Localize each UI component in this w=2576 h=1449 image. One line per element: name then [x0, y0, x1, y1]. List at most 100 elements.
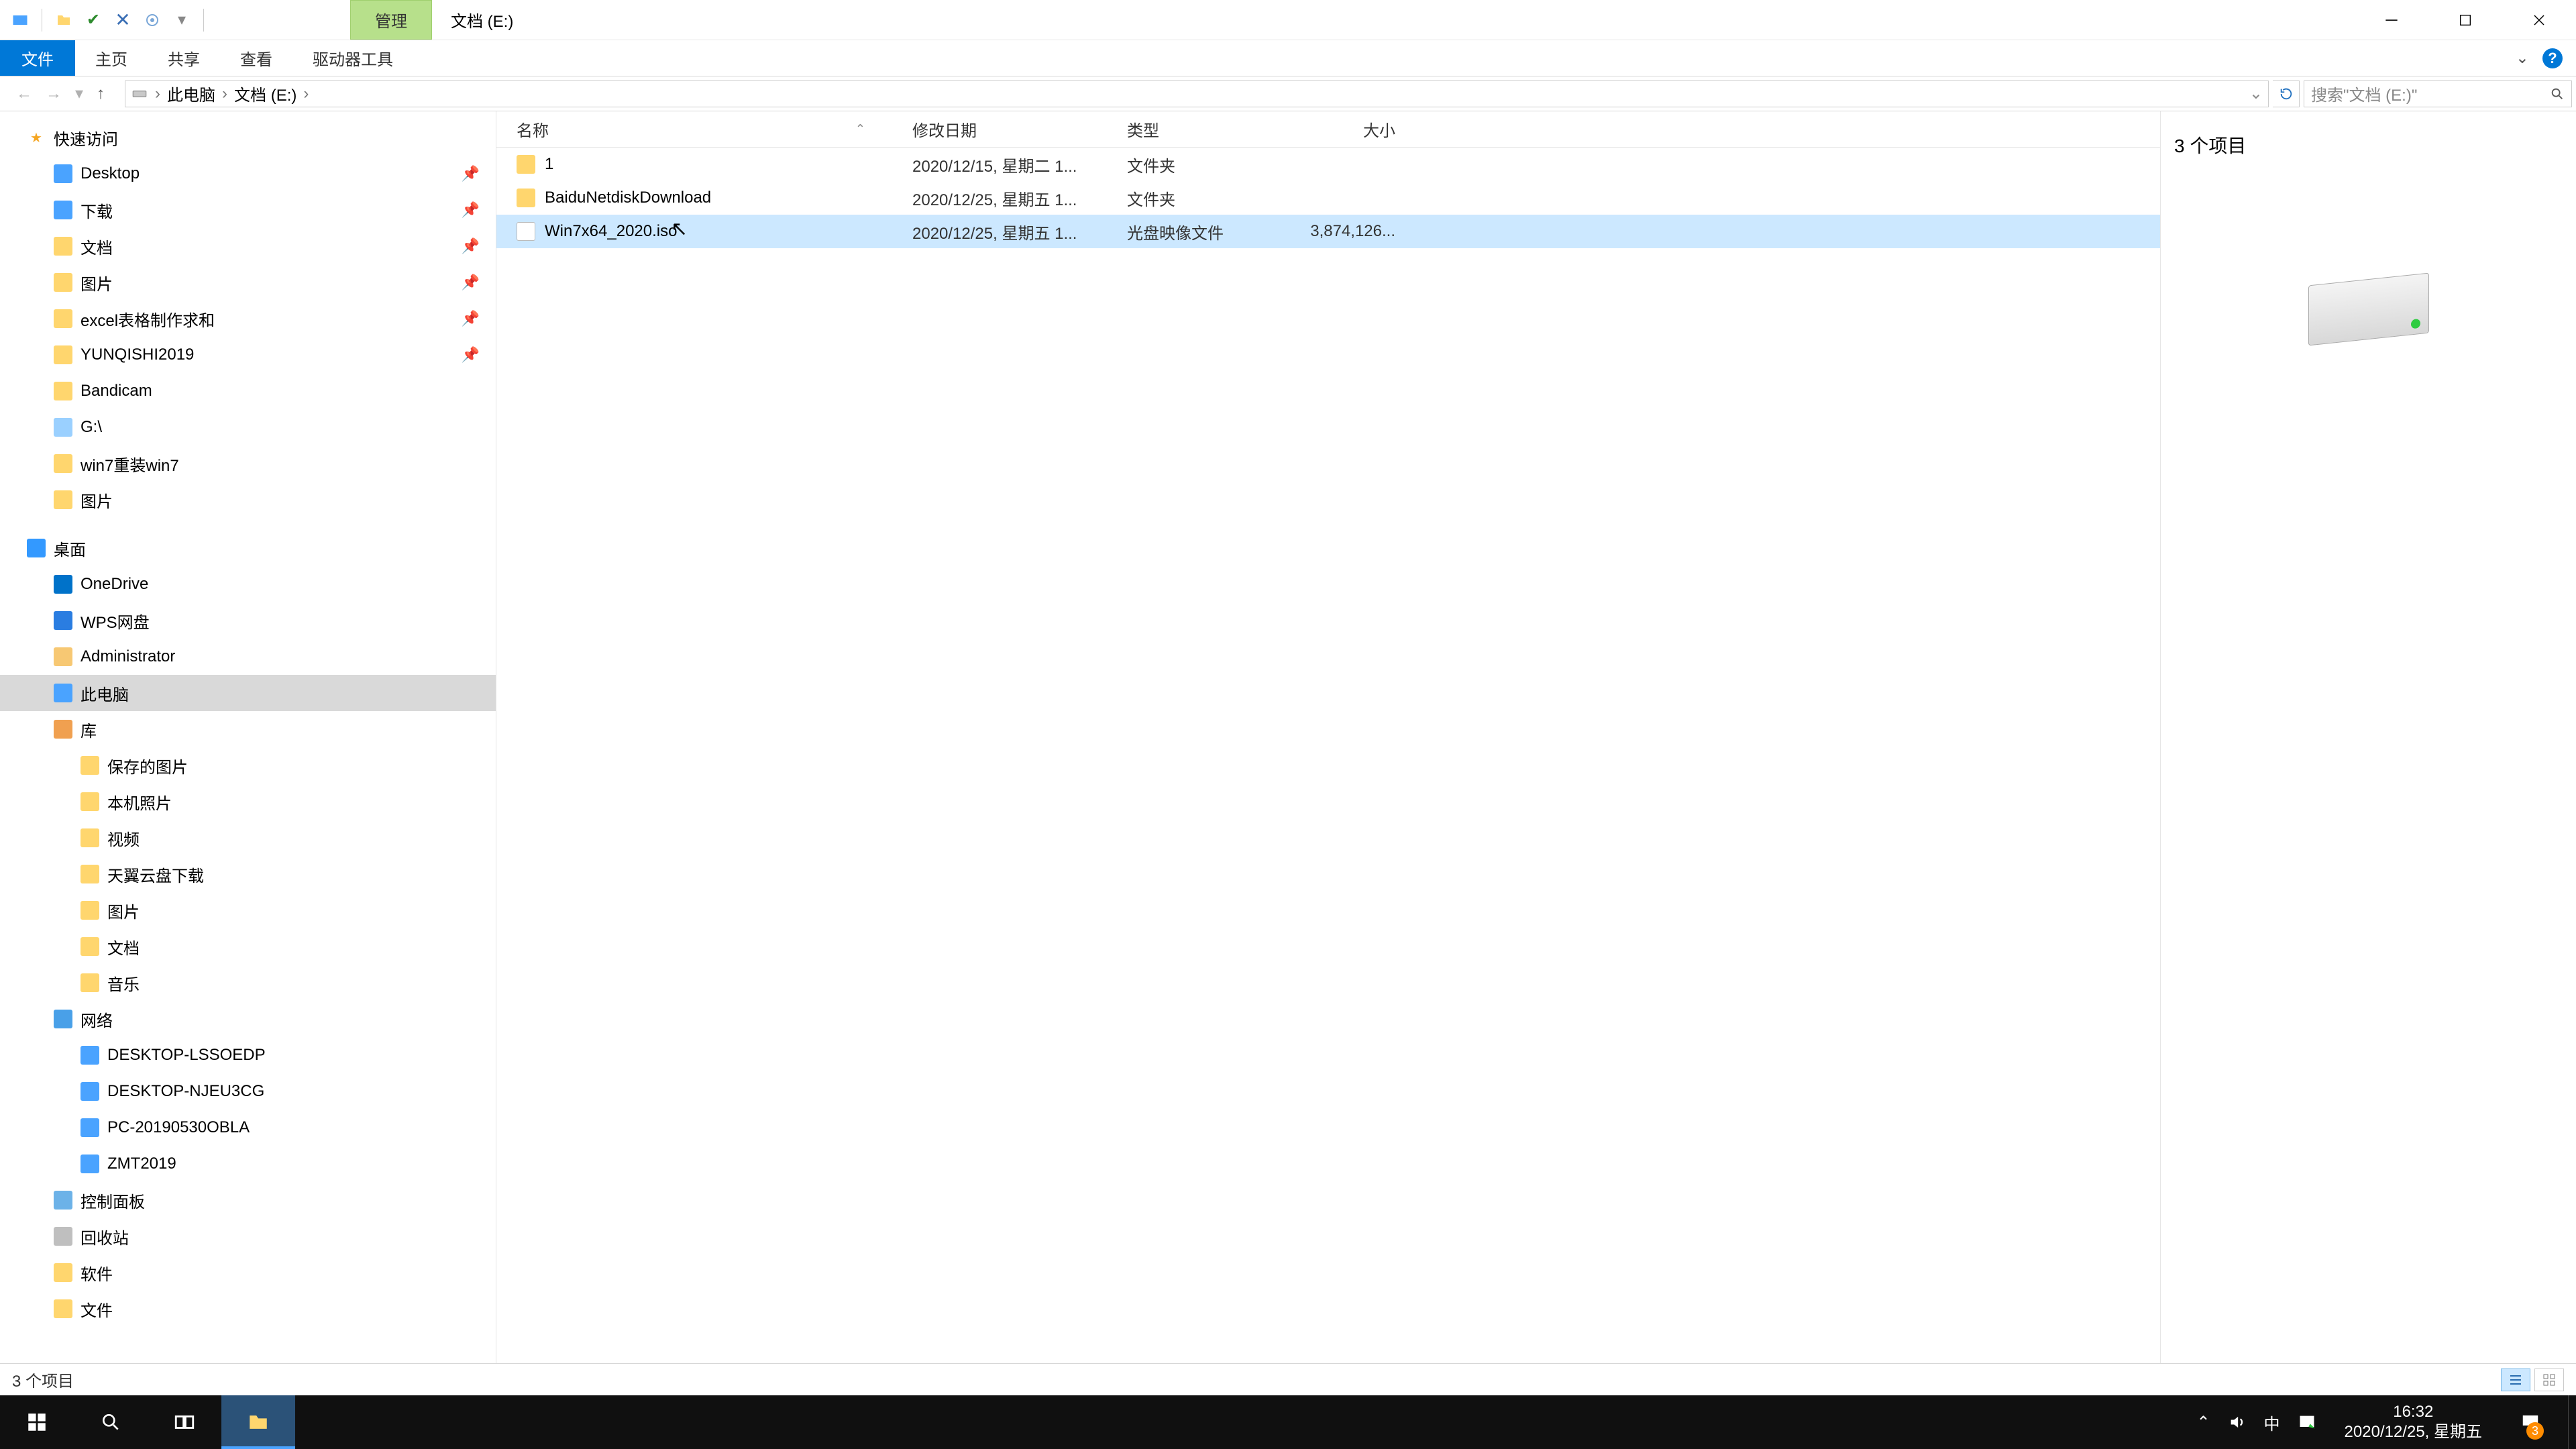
breadcrumb-bar[interactable]: › 此电脑 › 文档 (E:) › ⌄ [125, 80, 2269, 107]
view-details-button[interactable] [2501, 1368, 2530, 1391]
tree-label: WPS网盘 [80, 609, 150, 633]
folder-icon [80, 937, 99, 956]
taskbar-explorer-button[interactable] [221, 1395, 295, 1449]
ribbon-tab-file[interactable]: 文件 [0, 40, 75, 76]
tree-network-item[interactable]: DESKTOP-LSSOEDP [0, 1037, 496, 1073]
tree-label: excel表格制作求和 [80, 307, 215, 331]
tree-misc-item[interactable]: 文件 [0, 1291, 496, 1327]
ribbon-tab-share[interactable]: 共享 [148, 40, 220, 76]
item-icon [54, 647, 72, 666]
taskbar-search-button[interactable] [74, 1395, 148, 1449]
tree-library-item[interactable]: 文档 [0, 928, 496, 965]
qat-check-icon[interactable]: ✔ [81, 8, 105, 32]
tree-quick-access[interactable]: ★ 快速访问 [0, 119, 496, 156]
tree-network[interactable]: 网络 [0, 1001, 496, 1037]
tray-clock[interactable]: 16:32 2020/12/25, 星期五 [2334, 1402, 2493, 1442]
search-input[interactable]: 搜索"文档 (E:)" [2304, 80, 2572, 107]
tree-quick-item[interactable]: YUNQISHI2019 📌 [0, 337, 496, 373]
volume-icon[interactable] [2228, 1413, 2247, 1432]
tree-library-item[interactable]: 本机照片 [0, 784, 496, 820]
breadcrumb-drive[interactable]: 文档 (E:) [234, 82, 297, 105]
tree-library-item[interactable]: 保存的图片 [0, 747, 496, 784]
column-header-type[interactable]: 类型 [1107, 117, 1288, 141]
chevron-right-icon[interactable]: › [303, 85, 309, 103]
tree-desktop-item[interactable]: Administrator [0, 639, 496, 675]
tree-library-item[interactable]: 视频 [0, 820, 496, 856]
tree-library-item[interactable]: 图片 [0, 892, 496, 928]
nav-up-button[interactable]: ↑ [97, 85, 105, 103]
show-desktop-button[interactable] [2568, 1395, 2576, 1449]
item-icon [54, 309, 72, 328]
view-thumbnails-button[interactable] [2534, 1368, 2564, 1391]
file-date: 2020/12/25, 星期五 1... [892, 186, 1107, 210]
tree-desktop-item[interactable]: OneDrive [0, 566, 496, 602]
tree-network-item[interactable]: DESKTOP-NJEU3CG [0, 1073, 496, 1110]
ribbon-expand-icon[interactable]: ⌄ [2516, 48, 2529, 68]
window-maximize-button[interactable] [2428, 0, 2502, 40]
nav-recent-dropdown[interactable]: ▾ [75, 84, 83, 103]
file-row[interactable]: 1 2020/12/15, 星期二 1... 文件夹 [496, 148, 2160, 181]
column-header-size[interactable]: 大小 [1288, 117, 1409, 141]
chevron-right-icon[interactable]: › [155, 85, 160, 103]
qat-folder-icon[interactable] [52, 8, 76, 32]
taskbar: ⌃ 中 16:32 2020/12/25, 星期五 3 [0, 1395, 2576, 1449]
tree-label: G:\ [80, 418, 102, 437]
tray-app-icon[interactable] [2298, 1413, 2316, 1432]
task-view-button[interactable] [148, 1395, 221, 1449]
ribbon-tab-home[interactable]: 主页 [75, 40, 148, 76]
breadcrumb-dropdown-icon[interactable]: ⌄ [2249, 84, 2263, 103]
file-row[interactable]: BaiduNetdiskDownload 2020/12/25, 星期五 1..… [496, 181, 2160, 215]
qat-dropdown-icon[interactable]: ▾ [170, 8, 194, 32]
qat-close-icon[interactable]: ✕ [111, 8, 135, 32]
tree-quick-item[interactable]: Bandicam [0, 373, 496, 409]
tree-quick-item[interactable]: 文档 📌 [0, 228, 496, 264]
tree-label: 视频 [107, 826, 140, 850]
file-row[interactable]: Win7x64_2020.iso 2020/12/25, 星期五 1... 光盘… [496, 215, 2160, 248]
column-header-date[interactable]: 修改日期 [892, 117, 1107, 141]
window-close-button[interactable] [2502, 0, 2576, 40]
tree-desktop-item[interactable]: 库 [0, 711, 496, 747]
tree-network-item[interactable]: PC-20190530OBLA [0, 1110, 496, 1146]
ribbon-tab-view[interactable]: 查看 [220, 40, 292, 76]
tree-desktop-item[interactable]: WPS网盘 [0, 602, 496, 639]
nav-forward-button[interactable]: → [46, 85, 62, 103]
ribbon-tab-drive-tools[interactable]: 驱动器工具 [292, 40, 413, 76]
tree-quick-item[interactable]: 图片 📌 [0, 264, 496, 301]
nav-back-button[interactable]: ← [16, 85, 32, 103]
app-icon [8, 8, 32, 32]
action-center-button[interactable]: 3 [2510, 1395, 2551, 1449]
tree-quick-item[interactable]: Desktop 📌 [0, 156, 496, 192]
ribbon-contextual-tab[interactable]: 管理 [350, 0, 432, 40]
breadcrumb-thispc[interactable]: 此电脑 [167, 82, 215, 105]
tree-misc-item[interactable]: 回收站 [0, 1218, 496, 1254]
tree-library-item[interactable]: 音乐 [0, 965, 496, 1001]
tray-overflow-icon[interactable]: ⌃ [2196, 1413, 2210, 1432]
tree-misc-item[interactable]: 软件 [0, 1254, 496, 1291]
folder-icon [517, 189, 535, 207]
help-icon[interactable]: ? [2542, 48, 2563, 68]
tree-desktop-item[interactable]: 此电脑 [0, 675, 496, 711]
tree-network-item[interactable]: ZMT2019 [0, 1146, 496, 1182]
tree-label: win7重装win7 [80, 452, 179, 476]
tree-library-item[interactable]: 天翼云盘下载 [0, 856, 496, 892]
column-header-name[interactable]: 名称 ⌃ [496, 117, 892, 141]
refresh-button[interactable] [2273, 80, 2300, 107]
tree-quick-item[interactable]: win7重装win7 [0, 445, 496, 482]
window-minimize-button[interactable] [2355, 0, 2428, 40]
tree-desktop[interactable]: 桌面 [0, 530, 496, 566]
tree-quick-item[interactable]: 图片 [0, 482, 496, 518]
folder-icon [517, 155, 535, 174]
qat-gear-icon[interactable] [140, 8, 164, 32]
tree-misc-item[interactable]: 控制面板 [0, 1182, 496, 1218]
item-icon [54, 454, 72, 473]
tree-label: 文档 [80, 235, 113, 258]
file-size: 3,874,126... [1288, 222, 1409, 241]
ime-indicator[interactable]: 中 [2264, 1411, 2280, 1434]
item-icon [54, 1299, 72, 1318]
chevron-right-icon[interactable]: › [222, 85, 227, 103]
start-button[interactable] [0, 1395, 74, 1449]
item-icon [54, 1227, 72, 1246]
tree-quick-item[interactable]: G:\ [0, 409, 496, 445]
tree-quick-item[interactable]: excel表格制作求和 📌 [0, 301, 496, 337]
tree-quick-item[interactable]: 下载 📌 [0, 192, 496, 228]
